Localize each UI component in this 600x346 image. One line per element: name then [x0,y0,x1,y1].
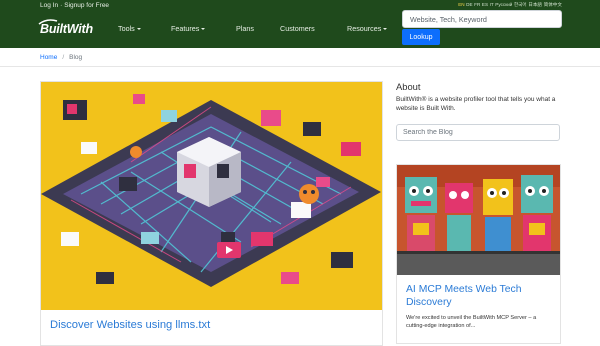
breadcrumb-home[interactable]: Home [40,54,57,61]
featured-post-title[interactable]: Discover Websites using llms.txt [50,319,210,331]
language-option[interactable]: IT [490,2,494,7]
featured-post-image[interactable] [41,82,382,310]
login-link[interactable]: Log In [40,2,58,9]
nav-plans[interactable]: Plans [236,24,254,33]
breadcrumb-separator: / [62,54,65,61]
nav-customers-label: Customers [280,24,315,33]
tech-search-input[interactable] [402,10,562,28]
auth-separator: · [60,2,63,9]
featured-post-card[interactable]: Discover Websites using llms.txt [40,81,383,346]
nav-tools[interactable]: Tools [118,24,141,33]
nav-tools-label: Tools [118,24,135,33]
nav-resources[interactable]: Resources [347,24,388,33]
builtwith-logo[interactable]: BuiltWith [38,19,93,37]
nav-customers[interactable]: Customers [280,24,315,33]
language-option[interactable]: 日本語 [528,2,542,7]
nav-resources-label: Resources [347,24,382,33]
signup-link[interactable]: Signup for Free [64,2,109,9]
nav-plans-label: Plans [236,24,254,33]
sidebar-post-title[interactable]: AI MCP Meets Web Tech Discovery [406,284,556,309]
breadcrumb: Home / Blog [40,54,82,61]
language-option[interactable]: DE [466,2,472,7]
header-divider [0,66,600,67]
caret-down-icon [136,28,141,30]
caret-down-icon [201,28,206,30]
sidebar-post-excerpt: We're excited to unveil the BuiltWith MC… [406,315,537,330]
language-option[interactable]: 한국어 [514,2,527,7]
about-heading: About [396,81,421,92]
language-option[interactable]: Русский [495,2,512,7]
language-selector: EN DE FR ES IT Русский 한국어 日本語 简体中文 [457,2,562,8]
caret-down-icon [383,28,388,30]
nav-features-label: Features [171,24,200,33]
sidebar-post-card[interactable]: AI MCP Meets Web Tech Discovery We're ex… [396,164,561,344]
language-option[interactable]: EN [458,2,464,7]
nav-features[interactable]: Features [171,24,206,33]
logo-swoosh-icon [38,19,58,25]
blog-search-input[interactable] [396,124,560,141]
about-text: BuiltWith® is a website profiler tool th… [396,96,556,112]
language-option[interactable]: ES [482,2,488,7]
language-option[interactable]: FR [474,2,480,7]
breadcrumb-current: Blog [69,54,83,61]
language-option[interactable]: 简体中文 [544,2,562,7]
sidebar-post-image[interactable] [397,165,560,275]
lookup-button[interactable]: Lookup [402,29,440,45]
top-header: Log In · Signup for Free EN DE FR ES IT Русский… [0,0,600,48]
auth-links: Log In · Signup for Free [40,2,109,9]
